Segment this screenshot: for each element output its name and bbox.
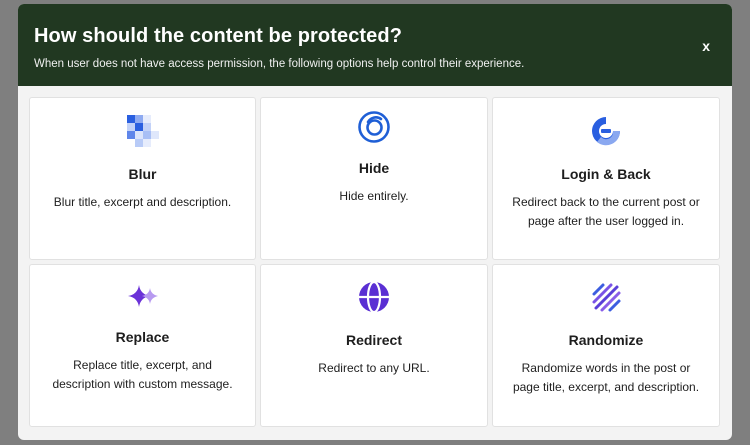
modal-header: How should the content be protected? Whe… [18, 4, 732, 86]
option-card-login-back[interactable]: Login & Back Redirect back to the curren… [492, 97, 720, 260]
option-description-redirect: Redirect to any URL. [318, 361, 430, 375]
login-back-icon [592, 117, 621, 146]
close-button[interactable]: x [702, 39, 710, 53]
hide-icon [358, 111, 390, 143]
sparkle-icon [127, 285, 158, 307]
option-description-randomize: Randomize words in the post or page titl… [512, 361, 700, 394]
protection-modal: How should the content be protected? Whe… [18, 4, 732, 440]
blur-icon [126, 115, 159, 147]
option-label-blur: Blur [128, 166, 157, 182]
randomize-icon [592, 283, 621, 312]
option-label-login-back: Login & Back [561, 166, 651, 182]
option-card-randomize[interactable]: Randomize Randomize words in the post or… [492, 264, 720, 427]
option-label-redirect: Redirect [345, 332, 403, 348]
option-description-replace: Replace title, excerpt, and description … [52, 358, 233, 391]
globe-icon [359, 280, 389, 314]
option-card-hide[interactable]: Hide Hide entirely. [260, 97, 488, 260]
option-label-randomize: Randomize [568, 332, 644, 348]
option-description-blur: Blur title, excerpt and description. [53, 195, 232, 209]
option-label-hide: Hide [358, 160, 390, 176]
option-description-hide: Hide entirely. [339, 189, 409, 203]
option-card-replace[interactable]: Replace Replace title, excerpt, and desc… [29, 264, 256, 427]
option-description-login-back: Redirect back to the current post or pag… [512, 195, 700, 228]
option-card-blur[interactable]: Blur Blur title, excerpt and description… [29, 97, 256, 260]
modal-subtitle: When user does not have access permissio… [34, 58, 525, 70]
option-label-replace: Replace [115, 329, 170, 345]
options-grid: Blur Blur title, excerpt and description… [29, 97, 720, 427]
option-card-redirect[interactable]: Redirect Redirect to any URL. [260, 264, 488, 427]
modal-title: How should the content be protected? [34, 25, 403, 47]
